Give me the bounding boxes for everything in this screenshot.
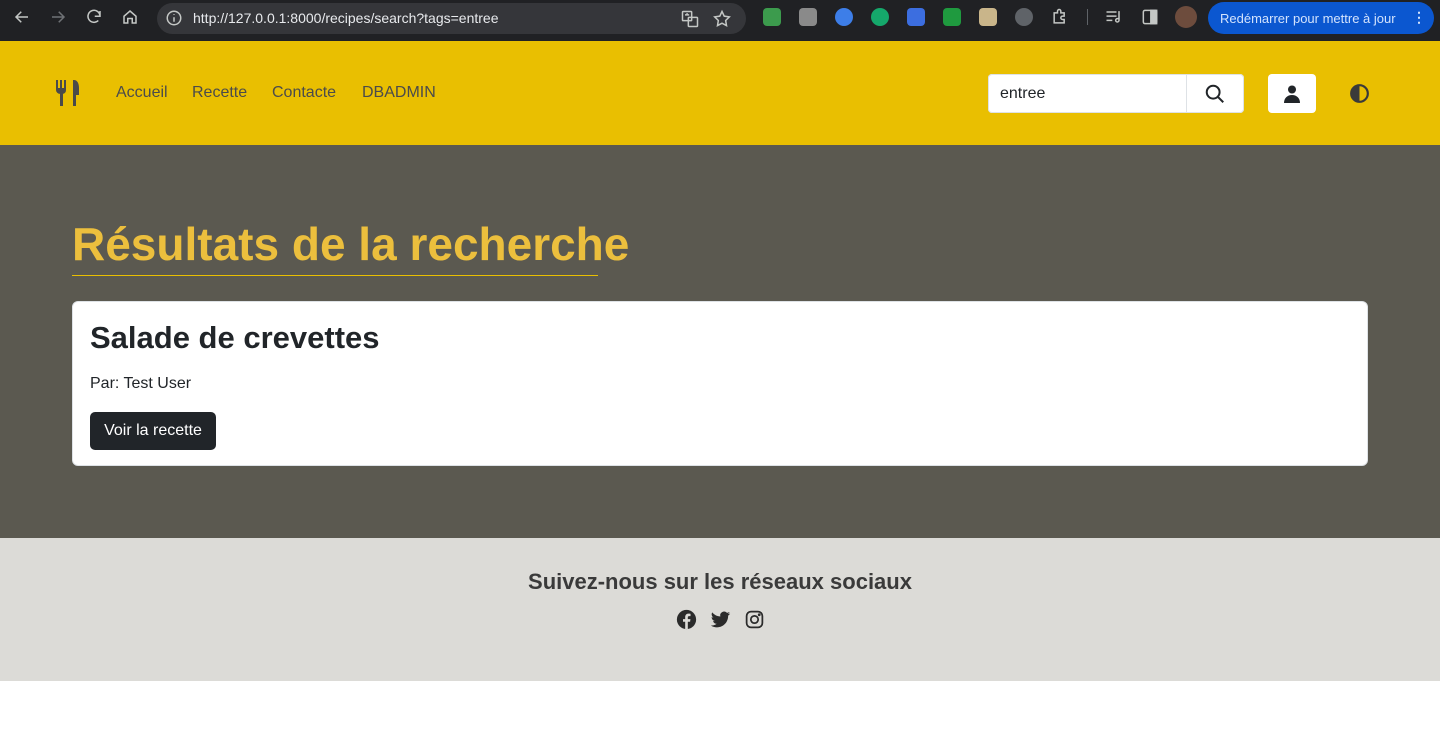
footer-title: Suivez-nous sur les réseaux sociaux (528, 569, 912, 594)
url-text[interactable]: http://127.0.0.1:8000/recipes/search?tag… (193, 10, 499, 26)
extension-2-icon[interactable] (799, 8, 817, 26)
more-menu-icon[interactable]: ⋮ (1412, 9, 1426, 26)
bookmark-star-icon[interactable] (712, 9, 732, 29)
contrast-icon[interactable] (1349, 83, 1370, 104)
restart-update-label: Redémarrer pour mettre à jour (1220, 10, 1396, 26)
nav-link-recette[interactable]: Recette (192, 84, 247, 102)
side-panel-icon[interactable] (1140, 7, 1160, 27)
recipe-title: Salade de crevettes (90, 320, 380, 355)
forward-icon[interactable] (46, 5, 70, 29)
nav-link-dbadmin[interactable]: DBADMIN (362, 84, 436, 102)
footer: Suivez-nous sur les réseaux sociaux (0, 538, 1440, 681)
user-account-button[interactable] (1268, 74, 1316, 113)
address-bar[interactable]: http://127.0.0.1:8000/recipes/search?tag… (157, 3, 746, 34)
puzzle-icon[interactable] (1050, 7, 1070, 27)
page-bottom-area (0, 681, 1440, 745)
grammarly-icon[interactable] (871, 8, 889, 26)
extension-7-icon[interactable] (979, 8, 997, 26)
search-input[interactable] (988, 74, 1186, 113)
profile-avatar-icon[interactable] (1175, 6, 1197, 28)
extension-3-icon[interactable] (835, 8, 853, 26)
page-title: Résultats de la recherche (72, 217, 629, 276)
twitter-icon[interactable] (710, 609, 731, 630)
utensils-icon[interactable] (55, 79, 81, 107)
search-button[interactable] (1186, 74, 1244, 113)
extension-1-icon[interactable] (763, 8, 781, 26)
toolbar-divider (1087, 9, 1088, 25)
translate-icon[interactable] (680, 9, 700, 29)
recipe-card: Salade de crevettes Par: Test User Voir … (72, 301, 1368, 466)
extension-8-icon[interactable] (1015, 8, 1033, 26)
site-navbar: Accueil Recette Contacte DBADMIN (0, 41, 1440, 145)
nav-link-accueil[interactable]: Accueil (116, 84, 168, 102)
extension-5-icon[interactable] (907, 8, 925, 26)
restart-update-button[interactable]: Redémarrer pour mettre à jour ⋮ (1208, 2, 1434, 34)
search-form (988, 74, 1244, 113)
view-recipe-button[interactable]: Voir la recette (90, 412, 216, 450)
home-icon[interactable] (118, 5, 142, 29)
instagram-icon[interactable] (744, 609, 765, 630)
back-icon[interactable] (10, 5, 34, 29)
extension-6-icon[interactable] (943, 8, 961, 26)
facebook-icon[interactable] (676, 609, 697, 630)
browser-toolbar: http://127.0.0.1:8000/recipes/search?tag… (0, 0, 1440, 41)
nav-link-contacte[interactable]: Contacte (272, 84, 336, 102)
reload-icon[interactable] (82, 5, 106, 29)
media-icon[interactable] (1104, 7, 1124, 27)
search-icon (1205, 84, 1224, 103)
user-icon (1284, 85, 1300, 103)
main-content: Résultats de la recherche Salade de crev… (0, 145, 1440, 538)
site-info-icon[interactable] (165, 9, 183, 27)
recipe-author: Par: Test User (90, 375, 192, 392)
